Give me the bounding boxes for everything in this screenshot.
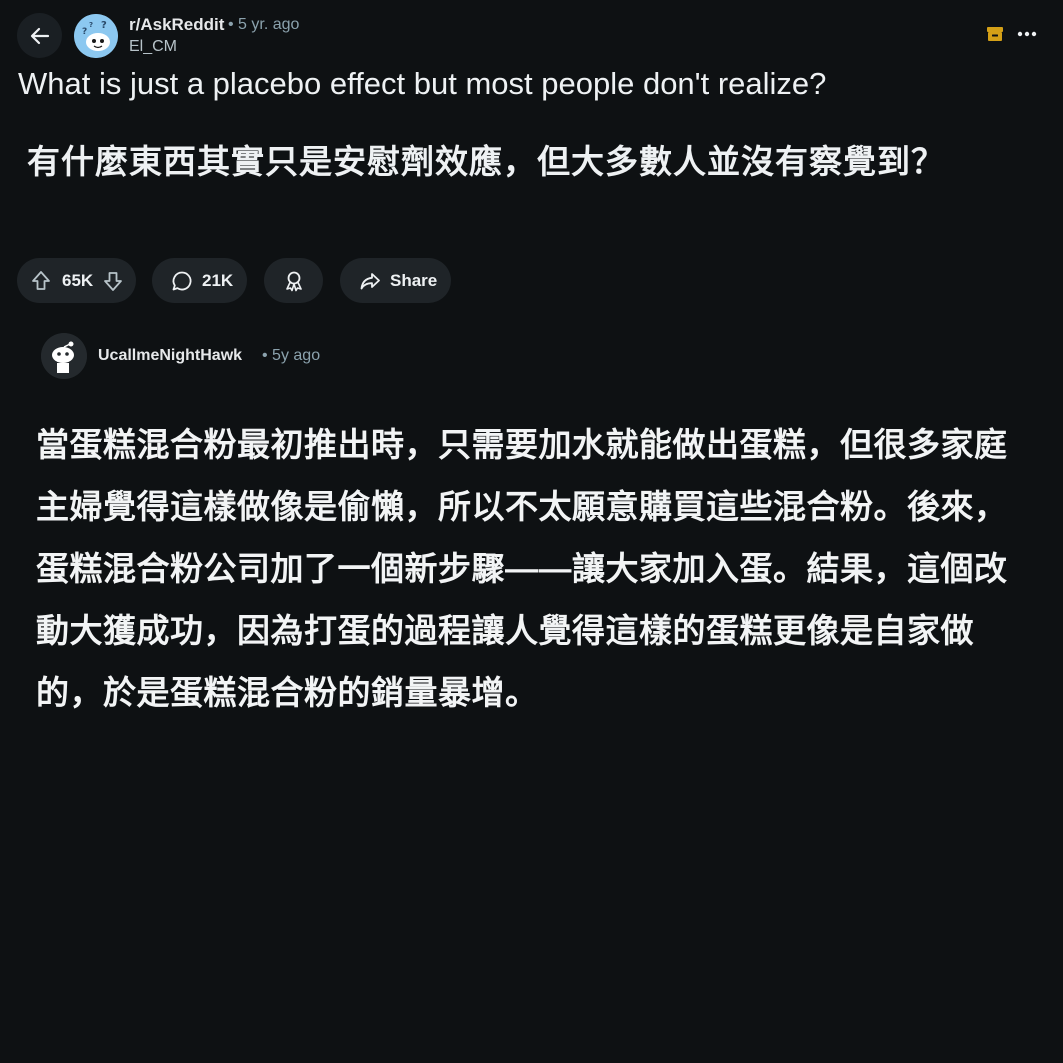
upvote-icon[interactable] [30,270,52,292]
archive-icon [987,27,1003,41]
post-title: What is just a placebo effect but most p… [18,66,827,101]
downvote-icon[interactable] [102,270,124,292]
award-icon [285,271,302,291]
comment-author[interactable]: UcallmeNightHawk [98,347,242,365]
snoo-avatar-icon [41,333,87,379]
award-button[interactable] [264,258,323,303]
comment-avatar[interactable] [41,333,87,379]
svg-text:?: ? [82,27,87,37]
askreddit-snoo-icon: ? ? ? [74,14,118,58]
post-author[interactable]: El_CM [129,38,177,56]
svg-text:?: ? [101,20,107,31]
subreddit-avatar[interactable]: ? ? ? [74,14,118,58]
comment-count: 21K [202,270,234,290]
share-button[interactable]: Share [340,258,451,303]
back-arrow-icon [30,27,49,44]
svg-text:?: ? [89,21,93,29]
back-button[interactable] [17,13,62,58]
comment-timestamp: • 5y ago [262,347,321,364]
subreddit-name[interactable]: r/AskReddit [129,15,224,35]
comments-button[interactable]: 21K [152,258,247,303]
comment-body: 當蛋糕混合粉最初推出時，只需要加水就能做出蛋糕，但很多家庭主婦覺得這樣做像是偷懶… [36,426,1008,711]
more-dots-icon [1017,31,1037,37]
share-arrow-icon [360,272,380,289]
post-timestamp: • 5 yr. ago [228,16,300,33]
comment-bubble-icon [172,271,192,290]
more-options-button[interactable] [1012,22,1042,46]
vote-bar: 65K [17,258,136,303]
vote-count: 65K [62,270,94,290]
post-translation: 有什麼東西其實只是安慰劑效應，但大多數人並沒有察覺到？ [27,143,945,180]
share-label: Share [390,270,438,290]
